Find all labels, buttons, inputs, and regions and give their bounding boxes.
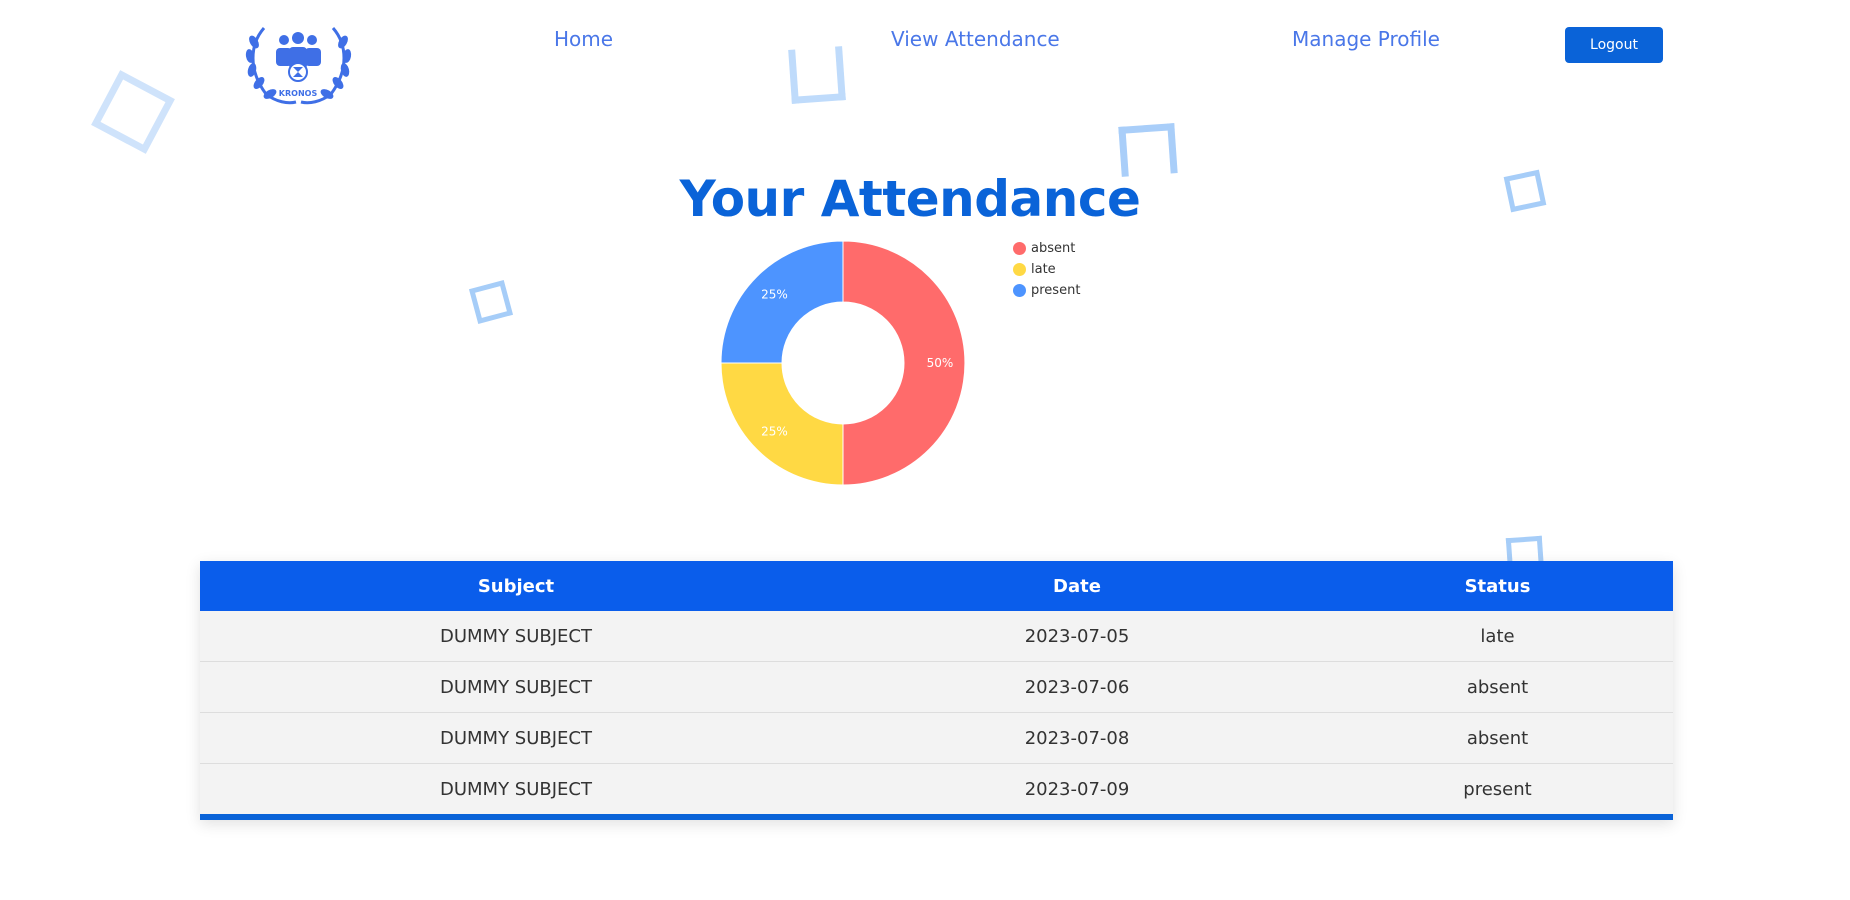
cell-subject: DUMMY SUBJECT (200, 611, 832, 662)
slice-label-late: 25% (761, 425, 788, 439)
legend-label: absent (1031, 241, 1076, 256)
page: KRONOS Home View Attendance Manage Profi… (0, 0, 1850, 900)
pie-slice-late[interactable] (720, 362, 844, 486)
decorative-square (1118, 123, 1178, 177)
legend-swatch (1013, 284, 1026, 297)
kronos-logo[interactable]: KRONOS (242, 22, 355, 106)
pie-slice-present[interactable] (720, 240, 844, 364)
nav-home-link[interactable]: Home (554, 27, 613, 51)
legend-item-present[interactable]: present (1013, 280, 1080, 301)
cell-subject: DUMMY SUBJECT (200, 763, 832, 814)
slice-label-absent: 50% (927, 356, 954, 370)
cell-status: absent (1322, 661, 1673, 713)
svg-text:KRONOS: KRONOS (279, 89, 318, 98)
table-row: DUMMY SUBJECT 2023-07-09 present (200, 763, 1673, 814)
cell-subject: DUMMY SUBJECT (200, 661, 832, 713)
column-header-status: Status (1322, 561, 1673, 611)
cell-status: present (1322, 763, 1673, 814)
column-header-date: Date (832, 561, 1322, 611)
slice-label-present: 25% (761, 287, 788, 301)
legend-item-absent[interactable]: absent (1013, 238, 1080, 259)
cell-date: 2023-07-06 (832, 661, 1322, 713)
legend-swatch (1013, 242, 1026, 255)
decorative-square (788, 46, 846, 104)
chart-legend: absent late present (1013, 238, 1080, 301)
logout-button[interactable]: Logout (1565, 27, 1663, 63)
table-row: DUMMY SUBJECT 2023-07-08 absent (200, 712, 1673, 764)
nav-manage-profile-link[interactable]: Manage Profile (1292, 27, 1440, 51)
cell-date: 2023-07-09 (832, 763, 1322, 814)
table-row: DUMMY SUBJECT 2023-07-06 absent (200, 661, 1673, 713)
decorative-square (468, 279, 514, 325)
pie-slice-absent[interactable] (842, 240, 966, 486)
legend-label: late (1031, 262, 1056, 277)
column-header-subject: Subject (200, 561, 832, 611)
cell-date: 2023-07-05 (832, 611, 1322, 662)
attendance-table: Subject Date Status DUMMY SUBJECT 2023-0… (200, 561, 1673, 820)
page-title: Your Attendance (679, 170, 1141, 228)
table-row: DUMMY SUBJECT 2023-07-05 late (200, 611, 1673, 662)
nav-view-attendance-link[interactable]: View Attendance (891, 27, 1060, 51)
table-footer-bar (200, 814, 1673, 820)
decorative-square (91, 70, 175, 154)
cell-date: 2023-07-08 (832, 712, 1322, 764)
cell-status: absent (1322, 712, 1673, 764)
legend-swatch (1013, 263, 1026, 276)
cell-subject: DUMMY SUBJECT (200, 712, 832, 764)
table-header-row: Subject Date Status (200, 561, 1673, 611)
legend-label: present (1031, 283, 1081, 298)
legend-item-late[interactable]: late (1013, 259, 1080, 280)
cell-status: late (1322, 611, 1673, 662)
